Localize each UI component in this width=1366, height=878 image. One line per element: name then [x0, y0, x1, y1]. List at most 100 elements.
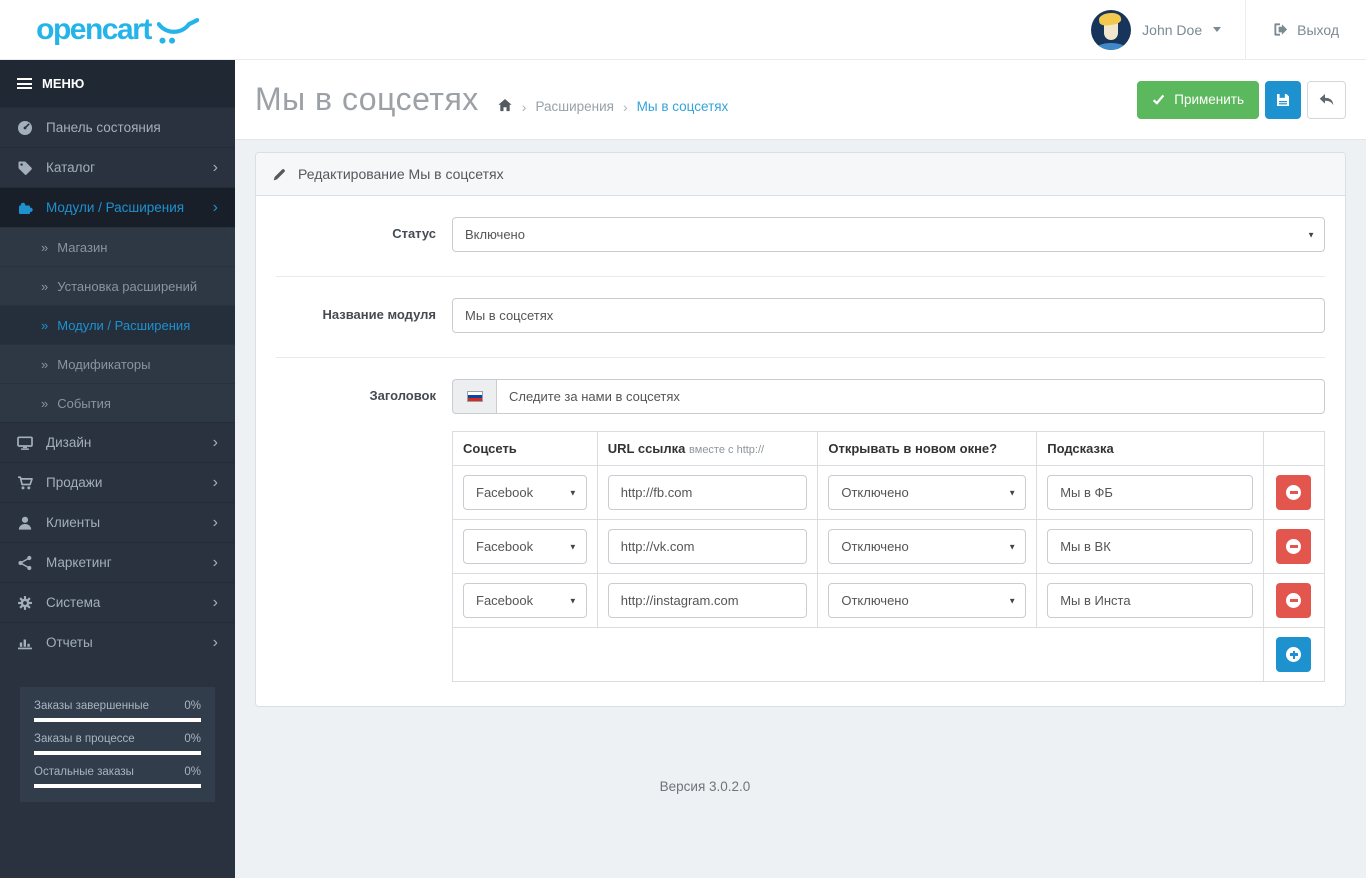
language-addon: [452, 379, 496, 414]
chevron-right-icon: ›: [212, 158, 218, 176]
breadcrumb-separator: ›: [521, 98, 527, 115]
submenu-item-modifications[interactable]: » Модификаторы: [0, 344, 235, 383]
submenu-item-label: Установка расширений: [57, 278, 198, 294]
chevron-right-icon: ›: [212, 473, 218, 491]
progress-bar: [34, 751, 201, 755]
tag-icon: [17, 160, 33, 176]
network-select[interactable]: Facebook ▼: [463, 583, 587, 618]
remove-row-button[interactable]: [1276, 583, 1312, 618]
add-row-button[interactable]: [1276, 637, 1312, 672]
stat-orders-processing: Заказы в процессе 0%: [34, 733, 201, 755]
network-select[interactable]: Facebook ▼: [463, 529, 587, 564]
double-angle-icon: »: [41, 356, 49, 372]
sidebar-item-label: Система: [46, 595, 101, 610]
select-caret-icon: ▼: [1307, 230, 1315, 239]
submenu-item-marketplace[interactable]: » Магазин: [0, 227, 235, 266]
sidebar-item-dashboard[interactable]: Панель состояния: [0, 107, 235, 147]
save-button[interactable]: [1265, 80, 1301, 119]
remove-row-button[interactable]: [1276, 529, 1312, 564]
sidebar-item-label: Панель состояния: [46, 120, 161, 135]
share-icon: [17, 555, 33, 571]
submenu-item-label: Модули / Расширения: [57, 317, 191, 333]
sidebar-item-label: Продажи: [46, 475, 103, 490]
remove-row-button[interactable]: [1276, 475, 1312, 510]
sidebar-item-marketing[interactable]: Маркетинг ›: [0, 542, 235, 582]
logout-button[interactable]: Выход: [1245, 0, 1366, 59]
table-row: Facebook▼ Отключено▼: [452, 573, 1326, 628]
col-header-actions: [1262, 431, 1326, 466]
submenu-item-installer[interactable]: » Установка расширений: [0, 266, 235, 305]
check-icon: [1153, 94, 1165, 105]
panel-heading-label: Редактирование Мы в соцсетях: [298, 166, 504, 182]
tooltip-input[interactable]: [1047, 529, 1253, 564]
table-footer-row: [452, 627, 1326, 682]
reply-arrow-icon: [1319, 94, 1334, 106]
opencart-logo[interactable]: opencart: [0, 0, 235, 59]
sidebar-item-label: Отчеты: [46, 635, 93, 650]
select-caret-icon: ▼: [568, 596, 577, 605]
url-input[interactable]: [607, 475, 808, 510]
network-select[interactable]: Facebook ▼: [463, 475, 587, 510]
submenu-item-events[interactable]: » События: [0, 383, 235, 422]
select-caret-icon: ▼: [568, 488, 577, 497]
user-icon: [17, 515, 33, 531]
heading-input[interactable]: [496, 379, 1325, 414]
user-menu[interactable]: John Doe: [1067, 0, 1245, 59]
breadcrumb-extensions[interactable]: Расширения: [535, 99, 614, 114]
sidebar-item-label: Модули / Расширения: [46, 200, 185, 215]
stat-label: Заказы завершенные: [34, 700, 150, 712]
tooltip-input[interactable]: [1047, 583, 1253, 618]
stat-orders-other: Остальные заказы 0%: [34, 766, 201, 788]
chevron-right-icon: ›: [212, 433, 218, 451]
sidebar-item-sales[interactable]: Продажи ›: [0, 462, 235, 502]
breadcrumb-current[interactable]: Мы в соцсетях: [637, 99, 729, 114]
sidebar-item-design[interactable]: Дизайн ›: [0, 422, 235, 462]
opencart-admin-app: opencart John Doe Выход МЕНЮ Панель сост…: [0, 0, 1366, 878]
tooltip-input[interactable]: [1047, 475, 1253, 510]
page-header: Мы в соцсетях › Расширения › Мы в соцсет…: [235, 60, 1366, 140]
col-header-url: URL ссылка вместе с http://: [596, 431, 819, 466]
stat-value: 0%: [184, 766, 201, 778]
url-input[interactable]: [607, 583, 808, 618]
status-label: Статус: [392, 226, 436, 241]
sidebar-item-label: Маркетинг: [46, 555, 112, 570]
url-hint: вместе с http://: [689, 444, 765, 456]
sidebar-item-extensions[interactable]: Модули / Расширения ›: [0, 187, 235, 227]
new-window-select[interactable]: Отключено ▼: [828, 529, 1027, 564]
sidebar-item-catalog[interactable]: Каталог ›: [0, 147, 235, 187]
user-name: John Doe: [1142, 21, 1203, 38]
menu-header[interactable]: МЕНЮ: [0, 60, 235, 107]
minus-circle-icon: [1286, 539, 1302, 554]
select-caret-icon: ▼: [1008, 488, 1017, 497]
logout-label: Выход: [1297, 21, 1339, 38]
user-avatar: [1091, 9, 1132, 50]
apply-button[interactable]: Применить: [1137, 80, 1259, 119]
back-button[interactable]: [1307, 80, 1346, 119]
chevron-right-icon: ›: [212, 593, 218, 611]
version-footer: Версия 3.0.2.0: [659, 779, 751, 794]
stat-label: Заказы в процессе: [34, 733, 135, 745]
main-content: Мы в соцсетях › Расширения › Мы в соцсет…: [235, 60, 1366, 878]
submenu-item-extensions[interactable]: » Модули / Расширения: [0, 305, 235, 344]
new-window-select[interactable]: Отключено ▼: [828, 583, 1027, 618]
status-select[interactable]: Включено ▼: [452, 217, 1325, 252]
sidebar-item-customers[interactable]: Клиенты ›: [0, 502, 235, 542]
bar-chart-icon: [17, 635, 33, 651]
select-caret-icon: ▼: [1008, 596, 1017, 605]
chevron-right-icon: ›: [212, 633, 218, 651]
url-input[interactable]: [607, 529, 808, 564]
new-window-select[interactable]: Отключено ▼: [828, 475, 1027, 510]
cart-swoosh-icon: [156, 18, 199, 44]
sidebar-item-label: Клиенты: [46, 515, 101, 530]
home-icon[interactable]: [497, 98, 513, 113]
double-angle-icon: »: [41, 239, 49, 255]
module-name-input[interactable]: [452, 298, 1325, 333]
orders-stats-box: Заказы завершенные 0% Заказы в процессе …: [20, 687, 215, 802]
hamburger-icon: [17, 78, 32, 89]
sidebar-item-system[interactable]: Система ›: [0, 582, 235, 622]
minus-circle-icon: [1286, 593, 1302, 608]
sidebar-item-reports[interactable]: Отчеты ›: [0, 622, 235, 662]
submenu-item-label: Магазин: [57, 239, 108, 255]
submenu-item-label: Модификаторы: [57, 356, 151, 372]
social-links-table: Соцсеть URL ссылка вместе с http:// Откр…: [452, 431, 1326, 682]
